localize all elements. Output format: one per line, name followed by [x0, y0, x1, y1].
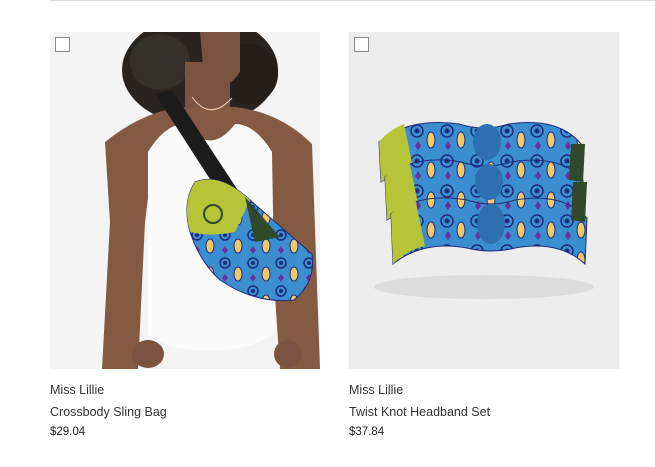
product-card-crossbody-sling-bag[interactable]: Miss Lillie Crossbody Sling Bag $29.04: [50, 32, 320, 438]
product-vendor[interactable]: Miss Lillie: [50, 383, 104, 397]
product-title[interactable]: Crossbody Sling Bag: [50, 405, 167, 419]
product-price: $37.84: [349, 426, 385, 438]
product-image-crossbody-sling-bag[interactable]: [50, 32, 320, 369]
product-image-twist-knot-headband-set[interactable]: [349, 32, 619, 369]
product-title[interactable]: Twist Knot Headband Set: [349, 405, 490, 419]
product-price: $29.04: [50, 426, 86, 438]
product-vendor[interactable]: Miss Lillie: [349, 383, 403, 397]
select-checkbox[interactable]: [354, 37, 369, 52]
top-divider: [50, 0, 655, 1]
product-card-twist-knot-headband-set[interactable]: Miss Lillie Twist Knot Headband Set $37.…: [349, 32, 619, 438]
stacked-headbands-illustration: [349, 32, 619, 369]
select-checkbox[interactable]: [55, 37, 70, 52]
model-wearing-sling-bag-illustration: [50, 32, 320, 369]
